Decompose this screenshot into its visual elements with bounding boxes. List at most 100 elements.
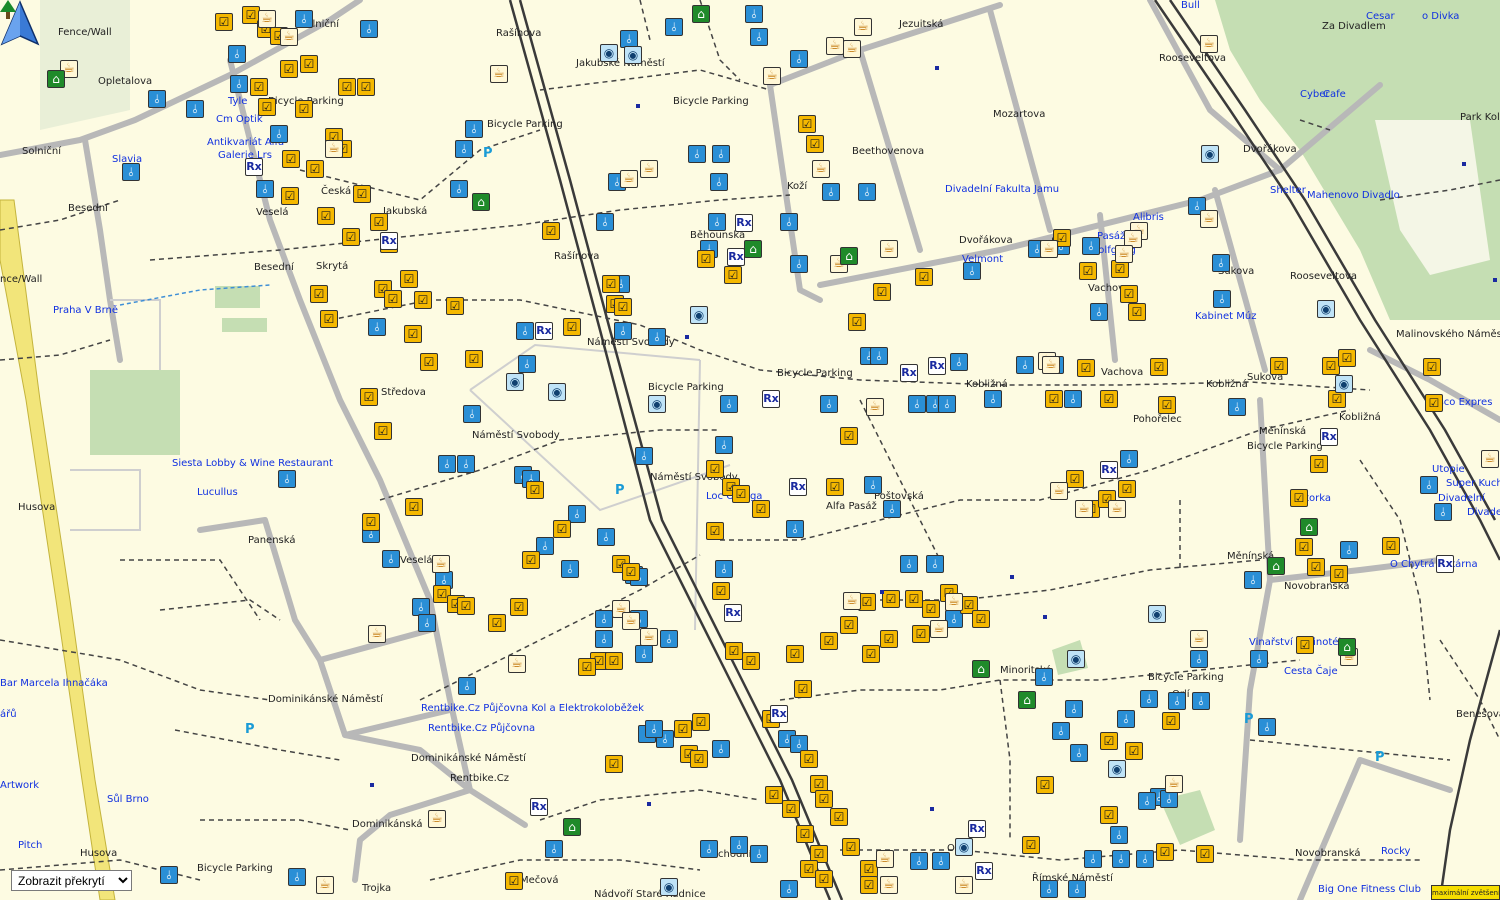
beer-mug-icon[interactable]: ☕ — [1200, 35, 1218, 53]
beer-mug-icon[interactable]: ☕ — [1075, 500, 1093, 518]
bed-icon[interactable]: ⌂ — [472, 193, 490, 211]
pharmacy-rx-icon[interactable]: Rx — [968, 820, 986, 838]
pharmacy-rx-icon[interactable]: Rx — [1320, 428, 1338, 446]
fork-knife-icon[interactable]: ⫰ — [730, 836, 748, 854]
fast-food-icon[interactable]: ☑ — [794, 680, 812, 698]
fast-food-icon[interactable]: ☑ — [1196, 845, 1214, 863]
poi-label[interactable]: Mahenovo Divadlo — [1307, 190, 1400, 202]
fork-knife-icon[interactable]: ⫰ — [715, 560, 733, 578]
fast-food-icon[interactable]: ☑ — [357, 78, 375, 96]
fast-food-icon[interactable]: ☑ — [400, 270, 418, 288]
beer-mug-icon[interactable]: ☕ — [316, 876, 334, 894]
fast-food-icon[interactable]: ☑ — [553, 520, 571, 538]
poi-label[interactable]: Cafe — [1323, 89, 1346, 101]
fast-food-icon[interactable]: ☑ — [765, 786, 783, 804]
parking-icon[interactable]: P — [1244, 712, 1254, 727]
bed-icon[interactable]: ⌂ — [744, 240, 762, 258]
fork-knife-icon[interactable]: ⫰ — [458, 677, 476, 695]
fast-food-icon[interactable]: ☑ — [806, 135, 824, 153]
camera-icon[interactable]: ◉ — [1148, 605, 1166, 623]
fork-knife-icon[interactable]: ⫰ — [270, 125, 288, 143]
pharmacy-rx-icon[interactable]: Rx — [535, 322, 553, 340]
beer-mug-icon[interactable]: ☕ — [1165, 775, 1183, 793]
fast-food-icon[interactable]: ☑ — [905, 590, 923, 608]
parking-icon[interactable]: P — [245, 722, 255, 737]
poi-label[interactable]: o Divka — [1422, 11, 1459, 23]
fork-knife-icon[interactable]: ⫰ — [1212, 254, 1230, 272]
fast-food-icon[interactable]: ☑ — [1128, 303, 1146, 321]
fast-food-icon[interactable]: ☑ — [1125, 742, 1143, 760]
beer-mug-icon[interactable]: ☕ — [1040, 240, 1058, 258]
fork-knife-icon[interactable]: ⫰ — [700, 840, 718, 858]
fork-knife-icon[interactable]: ⫰ — [745, 5, 763, 23]
fast-food-icon[interactable]: ☑ — [860, 876, 878, 894]
fork-knife-icon[interactable]: ⫰ — [1168, 692, 1186, 710]
beer-mug-icon[interactable]: ☕ — [843, 592, 861, 610]
fast-food-icon[interactable]: ☑ — [826, 478, 844, 496]
poi-label[interactable]: Shelter — [1270, 185, 1306, 197]
fork-knife-icon[interactable]: ⫰ — [1250, 650, 1268, 668]
fast-food-icon[interactable]: ☑ — [786, 645, 804, 663]
beer-mug-icon[interactable]: ☕ — [1042, 356, 1060, 374]
fast-food-icon[interactable]: ☑ — [465, 350, 483, 368]
camera-icon[interactable]: ◉ — [955, 838, 973, 856]
fork-knife-icon[interactable]: ⫰ — [1084, 850, 1102, 868]
beer-mug-icon[interactable]: ☕ — [955, 876, 973, 894]
fork-knife-icon[interactable]: ⫰ — [870, 347, 888, 365]
fork-knife-icon[interactable]: ⫰ — [1420, 476, 1438, 494]
poi-label[interactable]: Artwork — [0, 780, 39, 792]
beer-mug-icon[interactable]: ☕ — [258, 10, 276, 28]
fork-knife-icon[interactable]: ⫰ — [1190, 650, 1208, 668]
fork-knife-icon[interactable]: ⫰ — [926, 555, 944, 573]
bed-icon[interactable]: ⌂ — [1300, 518, 1318, 536]
fork-knife-icon[interactable]: ⫰ — [288, 868, 306, 886]
poi-label[interactable]: Rentbike.Cz Půjčovna — [428, 723, 535, 735]
fork-knife-icon[interactable]: ⫰ — [1213, 290, 1231, 308]
pharmacy-rx-icon[interactable]: Rx — [762, 390, 780, 408]
fork-knife-icon[interactable]: ⫰ — [1035, 668, 1053, 686]
pharmacy-rx-icon[interactable]: Rx — [975, 862, 993, 880]
fast-food-icon[interactable]: ☑ — [1150, 358, 1168, 376]
bed-icon[interactable]: ⌂ — [563, 818, 581, 836]
fast-food-icon[interactable]: ☑ — [542, 222, 560, 240]
fork-knife-icon[interactable]: ⫰ — [720, 395, 738, 413]
fast-food-icon[interactable]: ☑ — [915, 268, 933, 286]
fast-food-icon[interactable]: ☑ — [752, 500, 770, 518]
pharmacy-rx-icon[interactable]: Rx — [789, 478, 807, 496]
fast-food-icon[interactable]: ☑ — [1022, 836, 1040, 854]
fork-knife-icon[interactable]: ⫰ — [1434, 503, 1452, 521]
fast-food-icon[interactable]: ☑ — [820, 632, 838, 650]
pharmacy-rx-icon[interactable]: Rx — [530, 798, 548, 816]
fast-food-icon[interactable]: ☑ — [842, 838, 860, 856]
fast-food-icon[interactable]: ☑ — [1425, 394, 1443, 412]
overlay-select[interactable]: Zobrazit překrytí — [11, 870, 132, 891]
fast-food-icon[interactable]: ☑ — [1045, 390, 1063, 408]
fork-knife-icon[interactable]: ⫰ — [665, 18, 683, 36]
fork-knife-icon[interactable]: ⫰ — [750, 28, 768, 46]
fast-food-icon[interactable]: ☑ — [1295, 538, 1313, 556]
fast-food-icon[interactable]: ☑ — [605, 652, 623, 670]
bed-icon[interactable]: ⌂ — [47, 70, 65, 88]
bed-icon[interactable]: ⌂ — [972, 660, 990, 678]
parking-icon[interactable]: P — [1375, 750, 1385, 765]
fork-knife-icon[interactable]: ⫰ — [712, 145, 730, 163]
beer-mug-icon[interactable]: ☕ — [880, 240, 898, 258]
bed-icon[interactable]: ⌂ — [840, 247, 858, 265]
fork-knife-icon[interactable]: ⫰ — [455, 140, 473, 158]
fork-knife-icon[interactable]: ⫰ — [516, 322, 534, 340]
fork-knife-icon[interactable]: ⫰ — [595, 610, 613, 628]
fork-knife-icon[interactable]: ⫰ — [660, 630, 678, 648]
fork-knife-icon[interactable]: ⫰ — [1110, 826, 1128, 844]
fast-food-icon[interactable]: ☑ — [1079, 262, 1097, 280]
fork-knife-icon[interactable]: ⫰ — [1112, 850, 1130, 868]
beer-mug-icon[interactable]: ☕ — [640, 628, 658, 646]
pharmacy-rx-icon[interactable]: Rx — [380, 232, 398, 250]
fast-food-icon[interactable]: ☑ — [873, 283, 891, 301]
fast-food-icon[interactable]: ☑ — [446, 297, 464, 315]
pharmacy-rx-icon[interactable]: Rx — [724, 604, 742, 622]
beer-mug-icon[interactable]: ☕ — [826, 37, 844, 55]
fork-knife-icon[interactable]: ⫰ — [1138, 792, 1156, 810]
fast-food-icon[interactable]: ☑ — [306, 160, 324, 178]
fast-food-icon[interactable]: ☑ — [280, 60, 298, 78]
fast-food-icon[interactable]: ☑ — [405, 498, 423, 516]
